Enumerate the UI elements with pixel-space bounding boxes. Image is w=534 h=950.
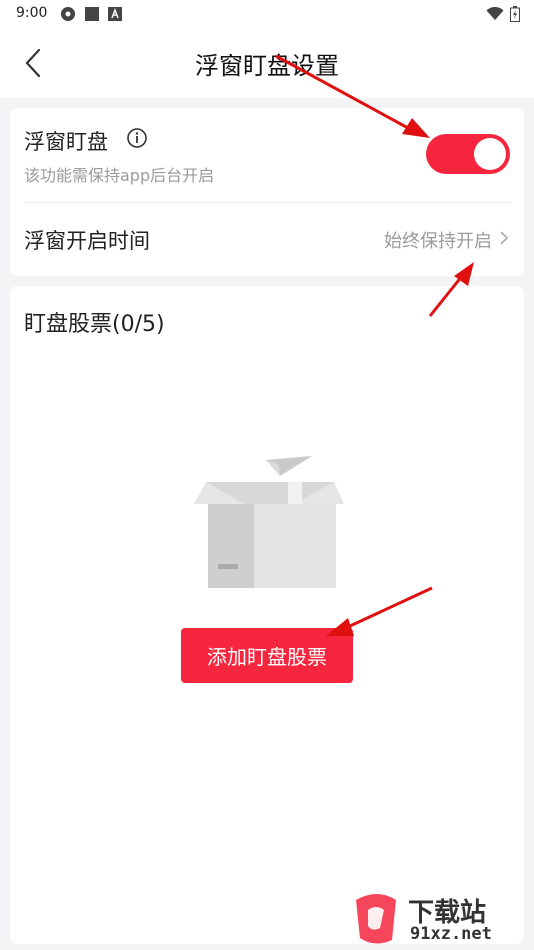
- battery-icon: [510, 6, 520, 22]
- square-icon: [85, 7, 99, 21]
- chevron-right-icon: [500, 231, 509, 245]
- toggle-knob: [474, 138, 506, 170]
- float-watch-label: 浮窗盯盘: [24, 130, 108, 154]
- page-title: 浮窗盯盘设置: [195, 52, 339, 80]
- status-icons-right: [486, 6, 520, 22]
- float-watch-description: 该功能需保持app后台开启: [24, 166, 215, 185]
- watermark-sub-text: 91xz.net: [410, 924, 492, 944]
- float-time-row[interactable]: 浮窗开启时间 始终保持开启: [10, 203, 524, 276]
- float-time-label: 浮窗开启时间: [24, 229, 150, 253]
- watermark: 下载站 91xz.net: [350, 890, 530, 948]
- a-icon: [108, 7, 122, 21]
- add-watch-stock-button[interactable]: 添加盯盘股票: [181, 628, 353, 683]
- float-watch-row: 浮窗盯盘 该功能需保持app后台开启: [10, 108, 524, 202]
- empty-box-icon: [194, 456, 344, 588]
- status-icons-left: [60, 6, 122, 22]
- float-watch-toggle[interactable]: [426, 134, 510, 174]
- stocks-title: 盯盘股票(0/5): [24, 312, 165, 337]
- status-bar: 9:00: [0, 0, 534, 28]
- info-icon[interactable]: [126, 127, 148, 149]
- watermark-logo-icon: [356, 894, 396, 944]
- header: 浮窗盯盘设置: [0, 28, 534, 98]
- status-time: 9:00: [16, 5, 48, 21]
- stocks-card: 盯盘股票(0/5) 添加盯盘股票: [10, 286, 524, 944]
- float-time-value: 始终保持开启: [384, 231, 492, 252]
- settings-card: 浮窗盯盘 该功能需保持app后台开启 浮窗开启时间 始终保持开启: [10, 108, 524, 276]
- wifi-icon: [486, 7, 504, 20]
- settings-icon: [61, 7, 75, 21]
